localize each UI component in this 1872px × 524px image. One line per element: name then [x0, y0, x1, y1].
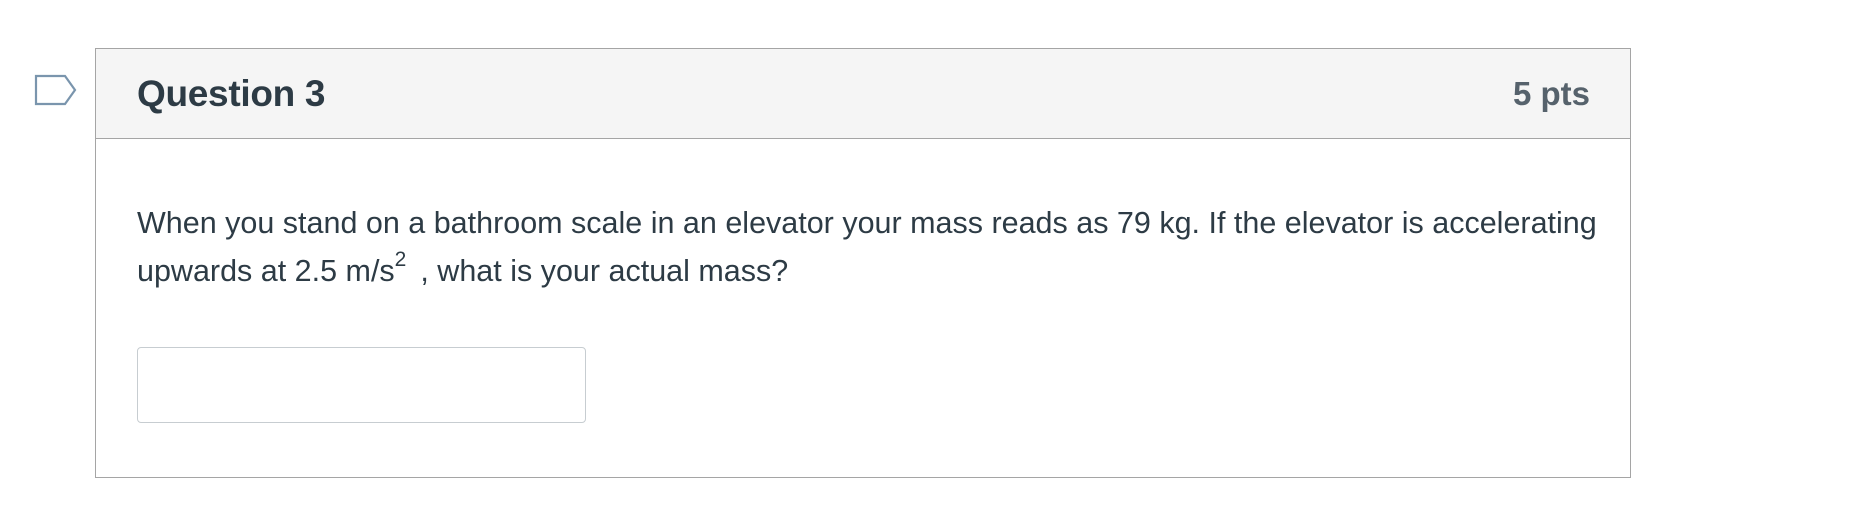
quiz-page: Question 3 5 pts When you stand on a bat…: [0, 0, 1872, 524]
question-text: When you stand on a bathroom scale in an…: [137, 199, 1607, 295]
question-text-superscript: 2: [394, 248, 407, 271]
flag-question-button[interactable]: [34, 74, 78, 108]
question-points: 5 pts: [1512, 74, 1590, 112]
question-title: Question 3: [137, 72, 326, 114]
question-text-part1: When you stand on a bathroom scale in an…: [137, 206, 1597, 288]
bookmark-flag-icon: [34, 74, 78, 108]
question-text-part2: , what is your actual mass?: [420, 254, 789, 288]
question-card: Question 3 5 pts When you stand on a bat…: [95, 48, 1631, 478]
question-body: When you stand on a bathroom scale in an…: [96, 199, 1630, 423]
answer-input[interactable]: [137, 347, 586, 423]
question-header: Question 3 5 pts: [96, 49, 1630, 139]
